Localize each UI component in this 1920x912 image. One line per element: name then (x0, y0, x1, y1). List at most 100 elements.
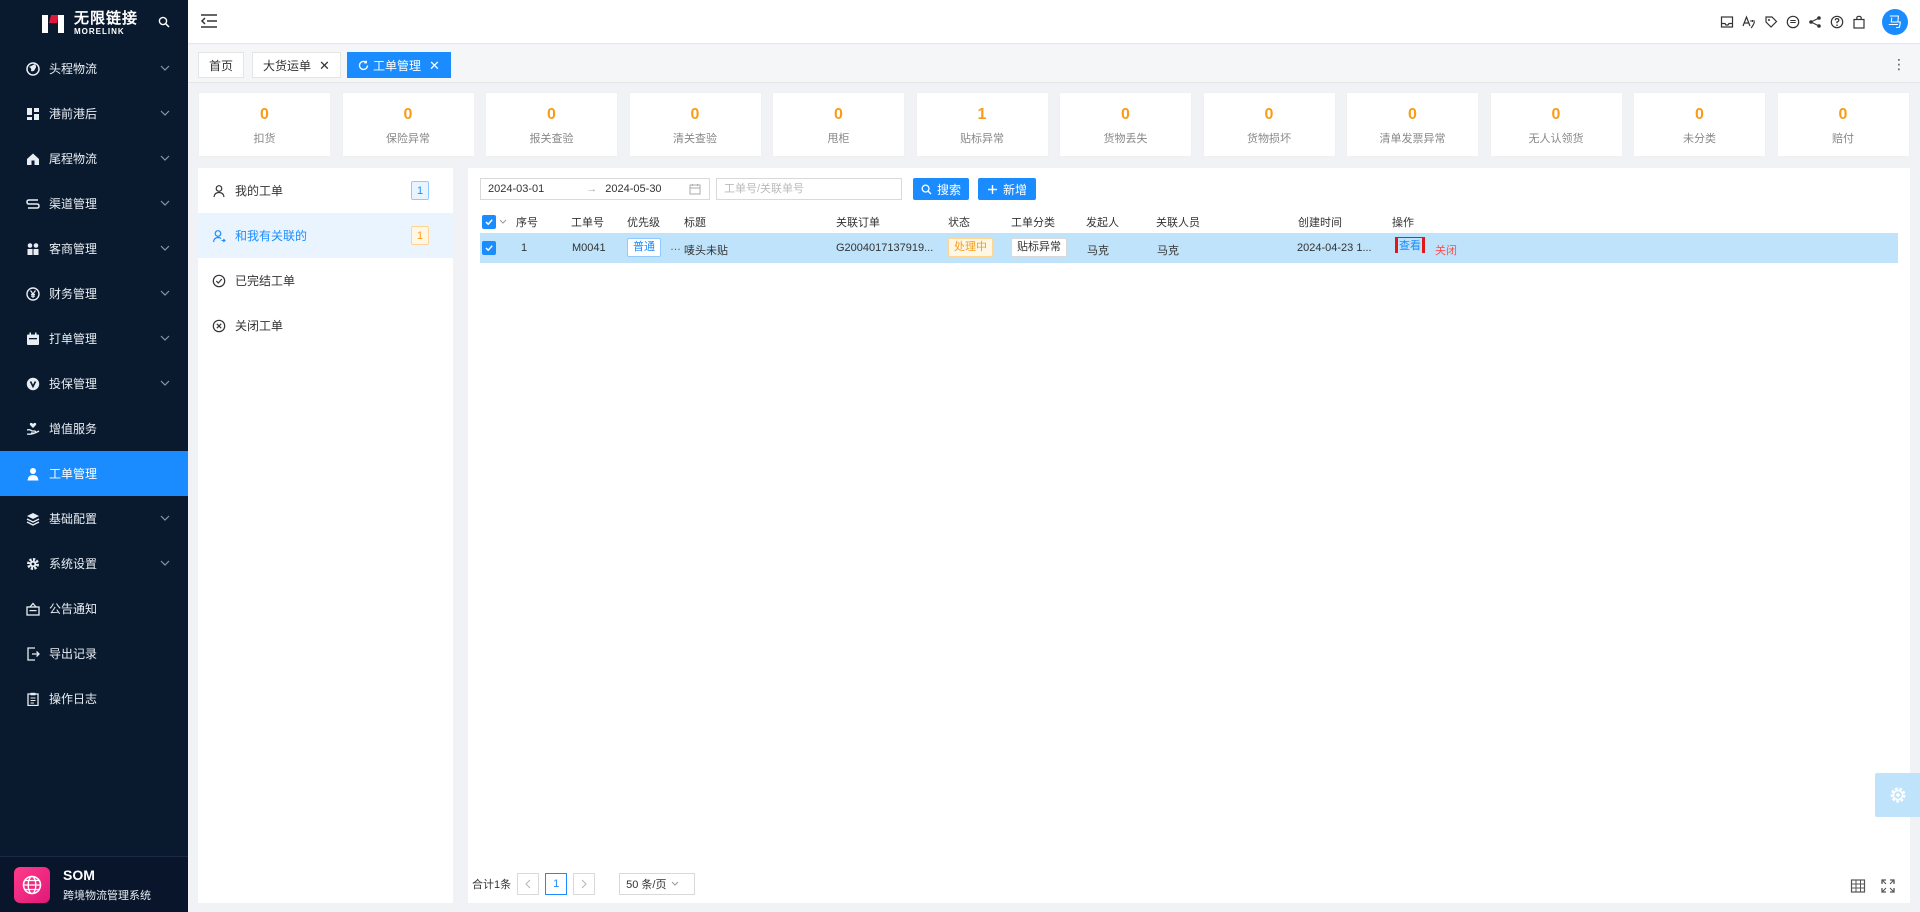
chevron-down-icon (160, 245, 170, 251)
menu-fold-icon[interactable] (200, 13, 218, 29)
house-icon (25, 151, 40, 166)
subnav-closed[interactable]: 关闭工单 (198, 303, 453, 348)
tab-home[interactable]: 首页 (198, 52, 245, 78)
view-link[interactable]: 查看 (1395, 237, 1425, 253)
stat-card[interactable]: 0 无人认领货 (1489, 92, 1623, 157)
page-size-select[interactable]: 50 条/页 (619, 873, 696, 895)
sidebar-item-notice[interactable]: 公告通知 (0, 586, 188, 631)
stat-card[interactable]: 0 清关查验 (628, 92, 762, 157)
sidebar-item-port[interactable]: 港前港后 (0, 91, 188, 136)
sidebar-item-last-mile[interactable]: 尾程物流 (0, 136, 188, 181)
cell-created: 2024-04-23 1... (1297, 242, 1372, 254)
floating-settings-button[interactable] (1875, 773, 1920, 817)
view-button[interactable]: 查看 (1395, 237, 1425, 253)
stat-card[interactable]: 0 货物丢失 (1059, 92, 1192, 157)
stat-value: 0 (1695, 106, 1704, 123)
close-button[interactable]: 关闭 (1435, 242, 1457, 258)
stat-card[interactable]: 0 清单发票异常 (1346, 92, 1479, 157)
stat-card[interactable]: 0 甩柜 (772, 92, 905, 157)
stat-card[interactable]: 0 保险异常 (341, 92, 475, 157)
close-link[interactable]: 关闭 (1435, 245, 1457, 257)
close-icon[interactable]: ✕ (429, 59, 440, 72)
tag-icon[interactable] (1764, 15, 1778, 29)
stat-value: 0 (1838, 106, 1848, 123)
logo-en-text: MORELINK (74, 26, 125, 36)
check-circle-icon (212, 274, 226, 288)
close-icon[interactable]: ✕ (319, 59, 330, 72)
plus-icon (987, 184, 998, 195)
sidebar-item-customers[interactable]: 客商管理 (0, 226, 188, 271)
subnav-completed[interactable]: 已完结工单 (198, 258, 453, 303)
more-vertical-icon[interactable]: ⋮ (1892, 57, 1906, 71)
sidebar-item-tickets[interactable]: 工单管理 (0, 451, 188, 496)
translate-icon[interactable] (1742, 15, 1756, 29)
subnav-label: 已完结工单 (235, 274, 296, 288)
help-icon[interactable] (1830, 15, 1844, 29)
share-icon[interactable] (1808, 15, 1822, 29)
stat-card[interactable]: 0 货物损坏 (1202, 92, 1336, 157)
sidebar-item-channel[interactable]: 渠道管理 (0, 181, 188, 226)
sidebar-item-value-added[interactable]: 增值服务 (0, 406, 188, 451)
page-number[interactable]: 1 (545, 873, 568, 895)
stat-value: 0 (1408, 106, 1417, 123)
sidebar-item-label: 增值服务 (49, 422, 98, 436)
table-settings-icon[interactable] (1850, 878, 1866, 897)
stat-value: 0 (1121, 106, 1130, 123)
th-actions: 操作 (1392, 217, 1414, 229)
subnav-label: 和我有关联的 (235, 229, 308, 243)
cell-initiator: 马克 (1087, 245, 1109, 257)
tab-bulk-waybill[interactable]: 大货运单 ✕ (252, 52, 341, 78)
sidebar-item-export[interactable]: 导出记录 (0, 631, 188, 676)
fullscreen-icon[interactable] (1880, 878, 1896, 897)
pagination: 合计1条 1 50 条/页 (472, 873, 696, 895)
grid-icon (25, 106, 40, 121)
stats-row: 0 扣货 0 保险异常 0 报关查验 0 清关查验 0 甩柜 1 贴标异常 0 货物丢失 0 货… (198, 92, 1910, 157)
bag-icon[interactable] (1852, 15, 1866, 29)
tab-bar: 首页 大货运单 ✕ 工单管理 ✕ ⋮ (188, 45, 1920, 83)
globe-icon (25, 61, 40, 76)
ellipsis-icon: … (670, 241, 681, 253)
sidebar-item-settings[interactable]: 系统设置 (0, 541, 188, 586)
stat-value: 0 (1264, 106, 1274, 123)
stat-card[interactable]: 0 扣货 (198, 92, 331, 157)
stat-label: 货物损坏 (1247, 133, 1291, 145)
sidebar-item-base-config[interactable]: 基础配置 (0, 496, 188, 541)
sidebar-item-head-logistics[interactable]: 头程物流 (0, 46, 188, 91)
stat-label: 贴标异常 (960, 133, 1004, 145)
search-input[interactable] (716, 178, 902, 200)
inbox-icon[interactable] (1720, 15, 1734, 29)
prev-page-button[interactable] (517, 873, 540, 895)
avatar[interactable]: 马 (1882, 9, 1908, 35)
sidebar-item-orders[interactable]: 打单管理 (0, 316, 188, 361)
chevron-down-icon (160, 200, 170, 206)
sidebar-item-insurance[interactable]: 投保管理 (0, 361, 188, 406)
add-button[interactable]: 新增 (978, 178, 1036, 200)
sidebar-item-finance[interactable]: 财务管理 (0, 271, 188, 316)
search-button-label: 搜索 (936, 182, 961, 197)
tab-ticket-management[interactable]: 工单管理 ✕ (347, 52, 451, 78)
subnav-label: 我的工单 (235, 184, 284, 198)
subnav-my-tickets[interactable]: 我的工单 1 (198, 168, 453, 213)
th-category: 工单分类 (1011, 217, 1055, 229)
subnav-related-to-me[interactable]: 和我有关联的 1 (198, 213, 453, 258)
notice-icon (25, 601, 40, 616)
stat-card[interactable]: 0 赔付 (1776, 92, 1910, 157)
search-button[interactable]: 搜索 (913, 178, 969, 200)
next-page-button[interactable] (573, 873, 596, 895)
select-all-checkbox[interactable] (482, 215, 507, 229)
stat-card[interactable]: 0 报关查验 (485, 92, 618, 157)
gear-icon (1890, 787, 1905, 803)
stat-label: 赔付 (1832, 133, 1854, 145)
stat-card[interactable]: 1 贴标异常 (915, 92, 1049, 157)
row-checkbox[interactable] (482, 241, 496, 255)
refresh-icon[interactable] (358, 60, 369, 71)
users-icon (25, 241, 40, 256)
stat-card[interactable]: 0 未分类 (1633, 92, 1766, 157)
table-row[interactable]: 1 M0041 普通 … 唛头未贴 G2004017137919... 处理中 … (480, 233, 1898, 263)
message-icon[interactable] (1786, 15, 1800, 29)
chevron-down-icon (160, 515, 170, 521)
sidebar-item-oplog[interactable]: 操作日志 (0, 676, 188, 721)
category-tag: 贴标异常 (1011, 238, 1067, 257)
search-icon[interactable] (158, 16, 170, 28)
date-range-picker[interactable]: 2024-03-01 → 2024-05-30 (480, 178, 710, 200)
